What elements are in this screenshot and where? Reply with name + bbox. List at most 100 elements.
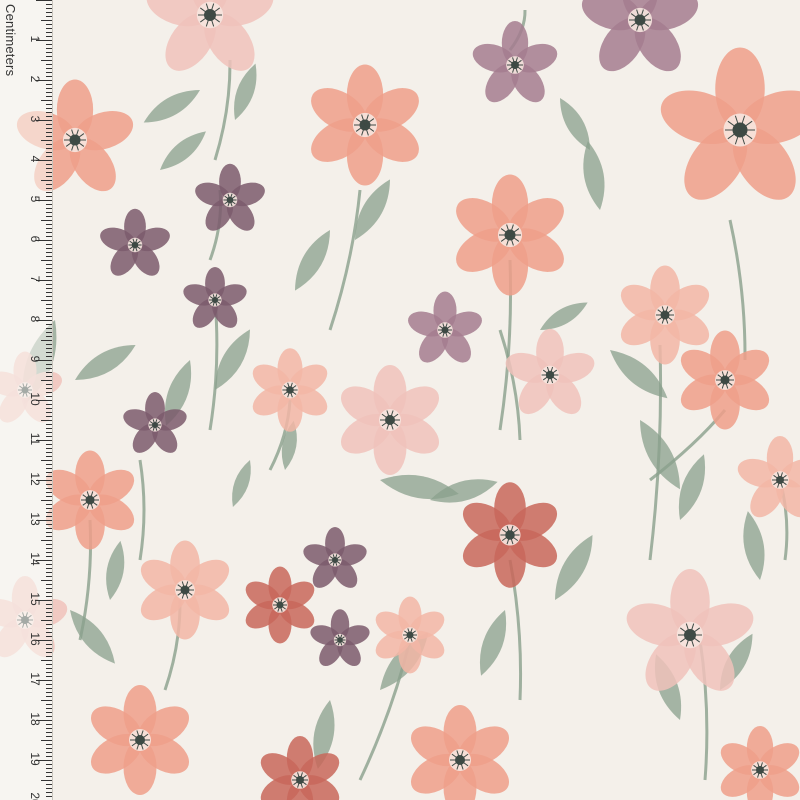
ruler-tick	[46, 536, 52, 537]
ruler-tick	[46, 276, 52, 277]
ruler-tick	[46, 692, 52, 693]
ruler-number: 6	[28, 235, 42, 243]
ruler-tick	[46, 528, 52, 529]
ruler-tick	[46, 36, 52, 37]
ruler-tick	[46, 388, 52, 389]
ruler-number: 16	[28, 632, 42, 646]
ruler-tick	[46, 732, 52, 733]
ruler-tick	[46, 236, 52, 237]
ruler-number: 3	[28, 115, 42, 123]
ruler-tick	[46, 416, 52, 417]
ruler-tick	[46, 308, 52, 309]
ruler-tick	[46, 516, 52, 517]
ruler-tick	[46, 148, 52, 149]
ruler-number: 15	[28, 592, 42, 606]
ruler-tick	[46, 788, 52, 789]
measuring-ruler: Centimeters 1 2 3 4 5 6 7 8 9 10 11 12 13 14 15 16 17 18 1…	[0, 0, 53, 800]
ruler-number: 13	[28, 512, 42, 526]
ruler-tick	[46, 492, 52, 493]
ruler-tick	[46, 84, 52, 85]
ruler-tick	[46, 696, 52, 697]
ruler-tick	[41, 60, 52, 61]
ruler-tick	[46, 668, 52, 669]
ruler-tick	[46, 532, 52, 533]
ruler-tick	[46, 472, 52, 473]
ruler-tick	[46, 448, 52, 449]
ruler-tick	[46, 332, 52, 333]
ruler-tick	[46, 92, 52, 93]
ruler-tick	[46, 632, 52, 633]
ruler-tick	[46, 456, 52, 457]
ruler-tick	[46, 48, 52, 49]
ruler-tick	[41, 540, 52, 541]
ruler-tick	[46, 648, 52, 649]
ruler-tick	[46, 576, 52, 577]
ruler-tick	[46, 112, 52, 113]
ruler-tick	[46, 428, 52, 429]
ruler-tick	[46, 712, 52, 713]
ruler-tick	[46, 336, 52, 337]
ruler-tick	[46, 64, 52, 65]
ruler-tick	[46, 252, 52, 253]
ruler-tick	[46, 16, 52, 17]
ruler-number: 17	[28, 672, 42, 686]
ruler-tick	[46, 208, 52, 209]
ruler-tick	[46, 348, 52, 349]
ruler-tick	[46, 12, 52, 13]
floral-fabric-pattern	[0, 0, 800, 800]
ruler-tick	[46, 168, 52, 169]
ruler-number: 18	[28, 712, 42, 726]
ruler-tick	[46, 452, 52, 453]
ruler-tick	[46, 764, 52, 765]
ruler-tick	[46, 8, 52, 9]
ruler-tick	[46, 652, 52, 653]
ruler-tick	[46, 44, 52, 45]
ruler-tick	[46, 404, 52, 405]
ruler-tick	[46, 468, 52, 469]
ruler-tick	[46, 72, 52, 73]
ruler-tick	[46, 484, 52, 485]
ruler-tick	[46, 56, 52, 57]
ruler-tick	[46, 568, 52, 569]
ruler-tick	[46, 644, 52, 645]
ruler-number: 1	[28, 35, 42, 43]
ruler-tick	[46, 548, 52, 549]
ruler-tick	[46, 104, 52, 105]
ruler-tick	[41, 580, 52, 581]
ruler-tick	[46, 352, 52, 353]
ruler-tick	[46, 412, 52, 413]
ruler-tick	[46, 268, 52, 269]
ruler-tick	[41, 100, 52, 101]
ruler-tick	[46, 156, 52, 157]
ruler-tick	[41, 20, 52, 21]
ruler-tick	[46, 128, 52, 129]
ruler-tick	[46, 772, 52, 773]
ruler-tick	[46, 508, 52, 509]
ruler-tick	[36, 0, 52, 1]
ruler-tick	[46, 612, 52, 613]
ruler-number: 10	[28, 392, 42, 406]
ruler-tick	[46, 28, 52, 29]
ruler-tick	[46, 184, 52, 185]
ruler-tick	[46, 384, 52, 385]
ruler-tick	[46, 172, 52, 173]
ruler-tick	[46, 748, 52, 749]
ruler-tick	[46, 572, 52, 573]
ruler-tick	[46, 684, 52, 685]
ruler-tick	[46, 512, 52, 513]
ruler-number: 7	[28, 275, 42, 283]
ruler-tick	[41, 780, 52, 781]
ruler-tick	[46, 4, 52, 5]
ruler-tick	[46, 124, 52, 125]
ruler-tick	[46, 328, 52, 329]
ruler-tick	[46, 356, 52, 357]
ruler-tick	[46, 664, 52, 665]
ruler-tick	[46, 672, 52, 673]
ruler-tick	[46, 368, 52, 369]
ruler-tick	[46, 616, 52, 617]
ruler-tick	[41, 460, 52, 461]
ruler-tick	[46, 164, 52, 165]
ruler-tick	[41, 620, 52, 621]
ruler-tick	[46, 716, 52, 717]
ruler-number: 2	[28, 75, 42, 83]
